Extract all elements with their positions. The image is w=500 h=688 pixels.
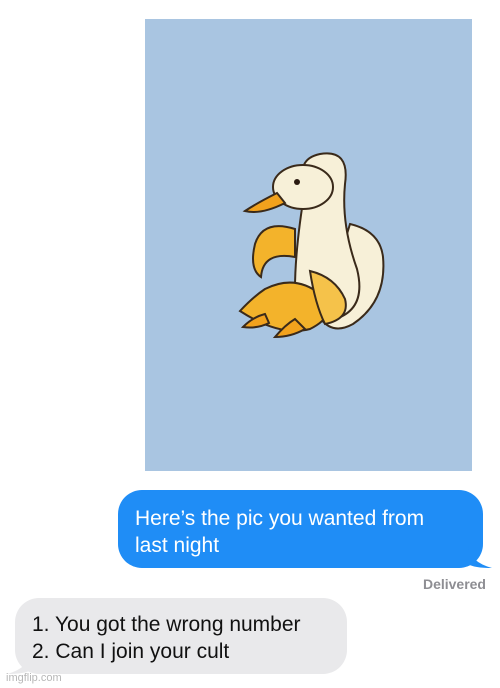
image-message[interactable] — [145, 19, 472, 471]
received-message-line-2: 2. Can I join your cult — [32, 640, 230, 663]
sent-message-line-1: Here’s the pic you wanted from — [135, 507, 425, 530]
received-message-bubble[interactable]: 1. You got the wrong number 2. Can I joi… — [7, 598, 347, 674]
delivered-status: Delivered — [422, 576, 486, 592]
received-message-line-1: 1. You got the wrong number — [32, 613, 301, 636]
duck-banana-illustration — [238, 152, 385, 339]
received-bubble-tail — [7, 652, 31, 674]
sent-message-line-2: last night — [135, 534, 220, 557]
sent-message-bubble[interactable]: Here’s the pic you wanted from last nigh… — [118, 490, 492, 568]
sent-bubble-tail — [468, 546, 492, 568]
imgflip-watermark: imgflip.com — [6, 672, 62, 684]
